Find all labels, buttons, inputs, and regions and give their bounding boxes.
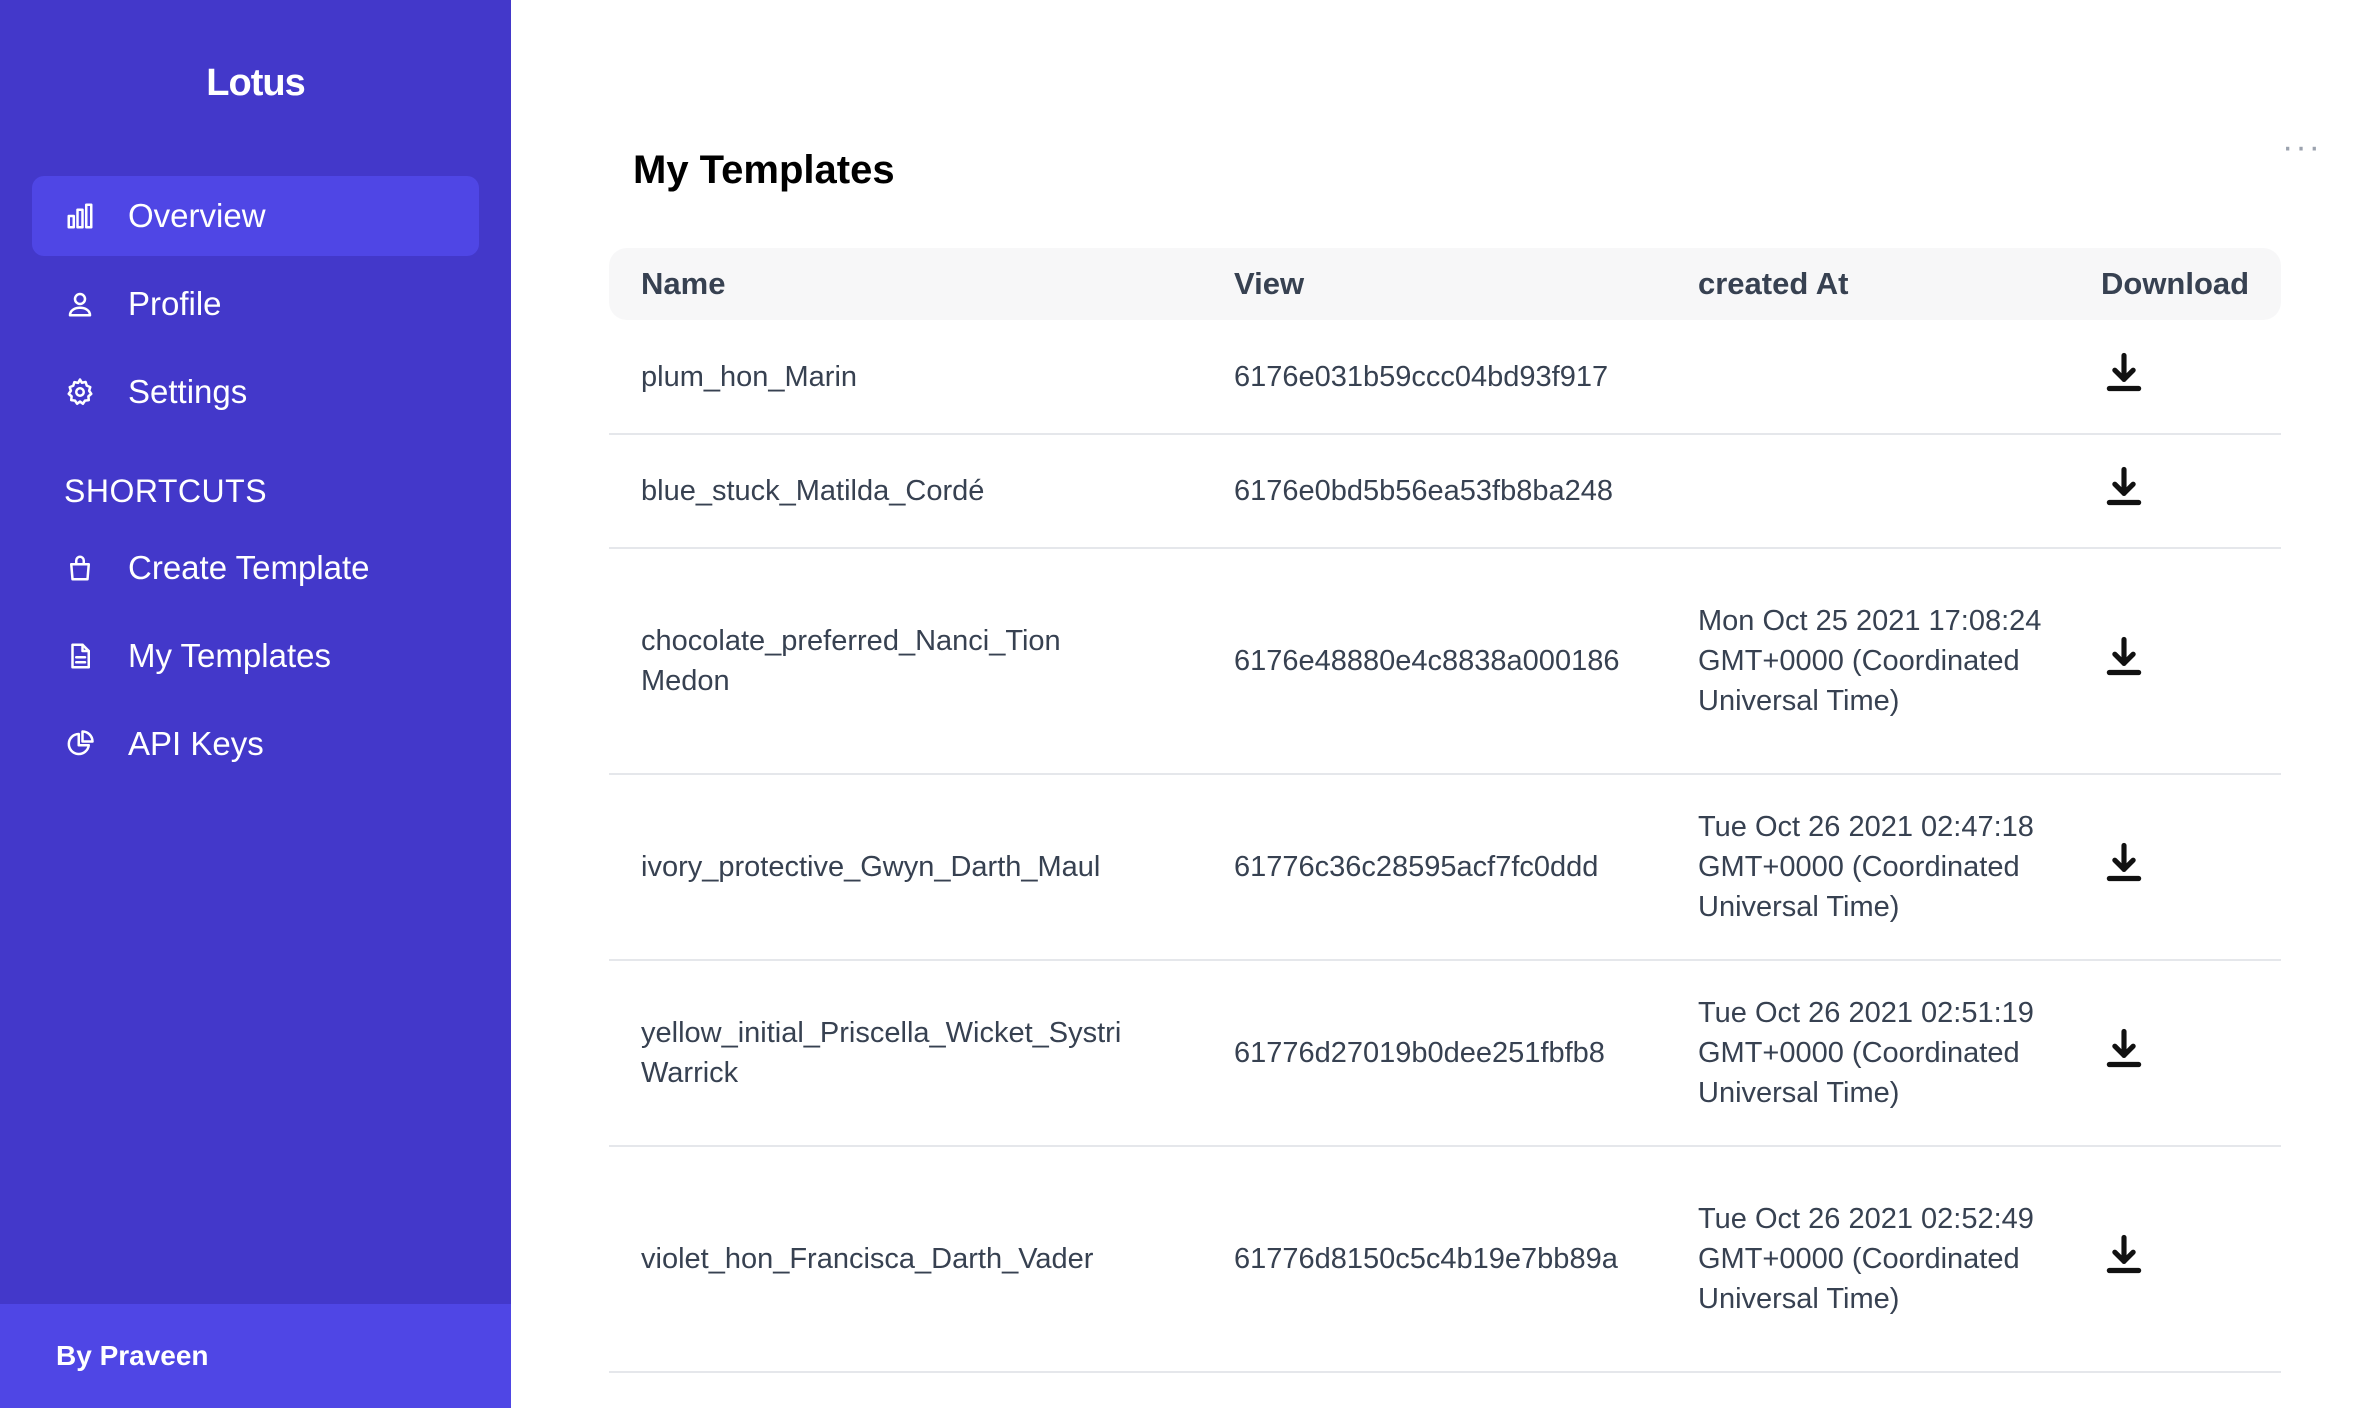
template-created-at bbox=[1666, 320, 2069, 435]
table-row: blue_stuck_Matilda_Cordé 6176e0bd5b56ea5… bbox=[609, 434, 2281, 549]
user-icon bbox=[64, 288, 96, 320]
document-icon bbox=[64, 640, 96, 672]
nav-item-label: Overview bbox=[128, 197, 266, 234]
template-name: plum_hon_Marin bbox=[609, 320, 1202, 435]
download-icon[interactable] bbox=[2101, 1025, 2147, 1071]
table-row: violet_hon_Francisca_Darth_Vader 61776d8… bbox=[609, 1146, 2281, 1373]
template-view-id[interactable]: 61776c36c28595acf7fc0ddd bbox=[1202, 774, 1666, 961]
brand-logo[interactable]: Lotus bbox=[0, 0, 511, 176]
template-name: ivory_protective_Gwyn_Darth_Maul bbox=[609, 774, 1202, 961]
template-name: blue_stuck_Matilda_Cordé bbox=[609, 434, 1202, 549]
table-header-row: Name View created At Download bbox=[609, 248, 2281, 320]
template-created-at bbox=[1666, 434, 2069, 549]
template-view-id[interactable]: 61776d8150c5c4b19e7bb89a bbox=[1202, 1146, 1666, 1373]
nav-item-create-template[interactable]: Create Template bbox=[32, 528, 479, 608]
main-nav: Overview Profile Settings SHORTCUTS Crea… bbox=[0, 176, 511, 784]
nav-item-label: My Templates bbox=[128, 637, 331, 674]
column-header-view: View bbox=[1234, 266, 1305, 301]
template-name: yellow_initial_Priscella_Wicket_Systri W… bbox=[609, 960, 1202, 1147]
download-icon[interactable] bbox=[2101, 839, 2147, 885]
page-title: My Templates bbox=[633, 148, 895, 192]
template-name: violet_hon_Francisca_Darth_Vader bbox=[609, 1146, 1202, 1373]
sidebar: Lotus Overview Profile Settings SHORTCUT… bbox=[0, 0, 511, 1408]
nav-item-my-templates[interactable]: My Templates bbox=[32, 616, 479, 696]
table-row: chocolate_preferred_Nanci_Tion Medon 617… bbox=[609, 548, 2281, 775]
shortcuts-heading: SHORTCUTS bbox=[64, 473, 268, 509]
table-row: plum_hon_Marin 6176e031b59ccc04bd93f917 bbox=[609, 320, 2281, 435]
nav-item-overview[interactable]: Overview bbox=[32, 176, 479, 256]
gear-icon bbox=[64, 376, 96, 408]
table-row: ivory_protective_Gwyn_Darth_Maul 61776c3… bbox=[609, 774, 2281, 961]
pie-chart-icon bbox=[64, 728, 96, 760]
template-name: chocolate_preferred_Nanci_Tion Medon bbox=[609, 548, 1202, 775]
nav-item-label: API Keys bbox=[128, 725, 264, 762]
nav-item-label: Profile bbox=[128, 285, 222, 322]
app-root: Lotus Overview Profile Settings SHORTCUT… bbox=[0, 0, 2378, 1408]
bar-chart-icon bbox=[64, 200, 96, 232]
download-icon[interactable] bbox=[2101, 1231, 2147, 1277]
download-icon[interactable] bbox=[2101, 463, 2147, 509]
sidebar-footer: By Praveen bbox=[0, 1304, 511, 1408]
template-view-id[interactable]: 6176e031b59ccc04bd93f917 bbox=[1202, 320, 1666, 435]
more-options-icon[interactable]: ··· bbox=[2282, 130, 2322, 164]
column-header-created-at: created At bbox=[1698, 266, 1849, 301]
template-created-at: Mon Oct 25 2021 17:08:24 GMT+0000 (Coord… bbox=[1666, 548, 2069, 775]
column-header-download: Download bbox=[2101, 266, 2250, 301]
column-header-name: Name bbox=[641, 266, 726, 301]
nav-item-api-keys[interactable]: API Keys bbox=[32, 704, 479, 784]
template-created-at: Tue Oct 26 2021 02:51:19 GMT+0000 (Coord… bbox=[1666, 960, 2069, 1147]
nav-item-label: Settings bbox=[128, 373, 248, 410]
template-created-at: Tue Oct 26 2021 02:47:18 GMT+0000 (Coord… bbox=[1666, 774, 2069, 961]
template-view-id[interactable]: 6176e48880e4c8838a000186 bbox=[1202, 548, 1666, 775]
template-view-id[interactable]: 61776d27019b0dee251fbfb8 bbox=[1202, 960, 1666, 1147]
download-icon[interactable] bbox=[2101, 633, 2147, 679]
template-created-at: Tue Oct 26 2021 02:52:49 GMT+0000 (Coord… bbox=[1666, 1146, 2069, 1373]
template-view-id[interactable]: 6176e0bd5b56ea53fb8ba248 bbox=[1202, 434, 1666, 549]
nav-item-profile[interactable]: Profile bbox=[32, 264, 479, 344]
shopping-bag-icon bbox=[64, 552, 96, 584]
main-content: My Templates ··· Name View created At Do… bbox=[511, 0, 2378, 1408]
download-icon[interactable] bbox=[2101, 349, 2147, 395]
table-row: yellow_initial_Priscella_Wicket_Systri W… bbox=[609, 960, 2281, 1147]
nav-item-settings[interactable]: Settings bbox=[32, 352, 479, 432]
nav-item-label: Create Template bbox=[128, 549, 370, 586]
templates-table: Name View created At Download plum_hon_M… bbox=[609, 248, 2281, 1373]
